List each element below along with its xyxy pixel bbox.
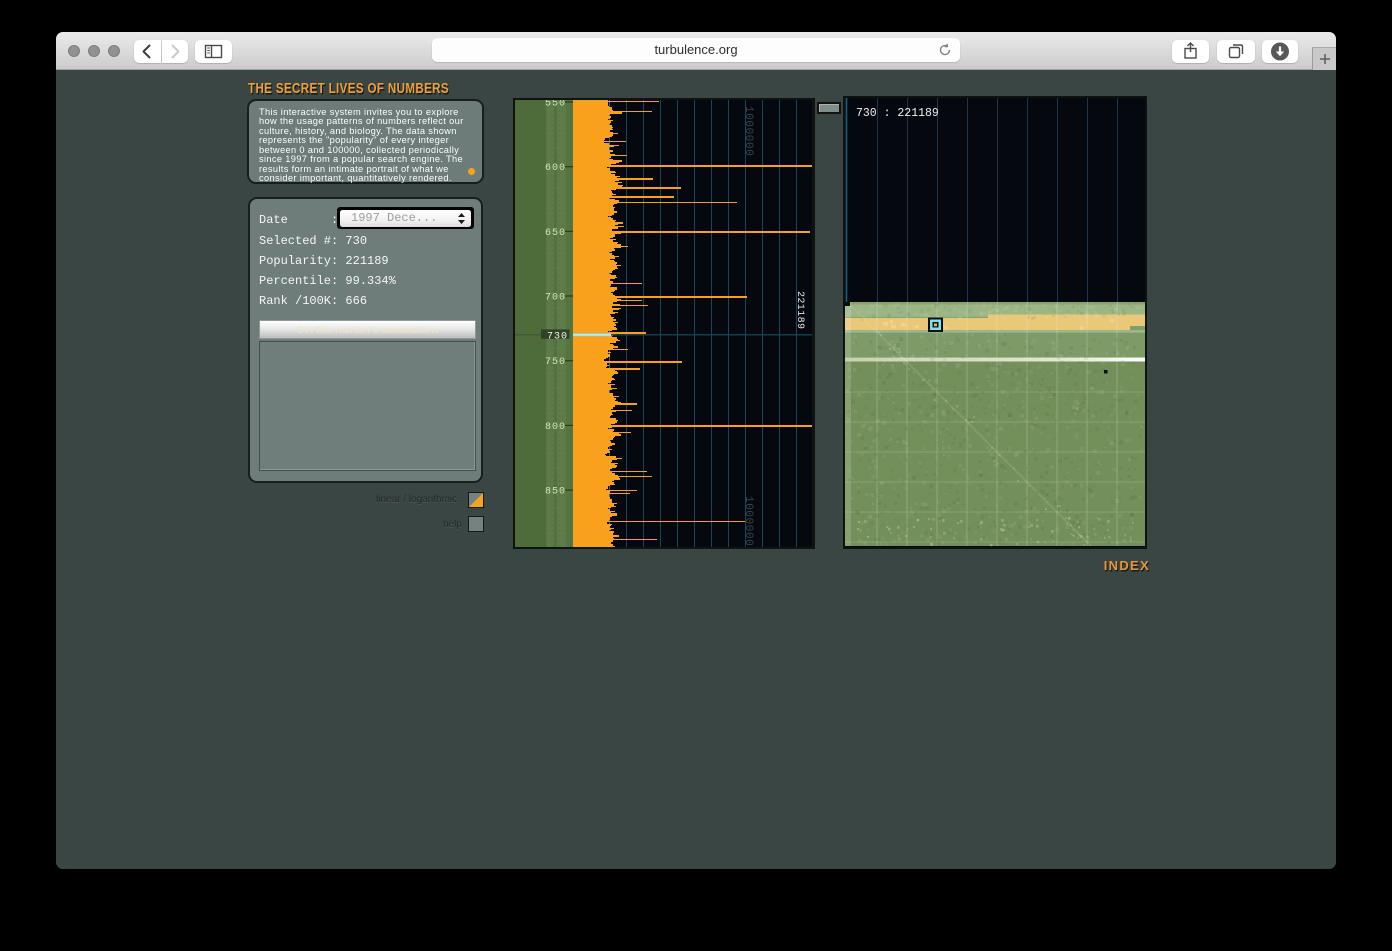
svg-text:650: 650: [545, 228, 566, 239]
svg-text:700: 700: [545, 293, 566, 304]
svg-text:1000000: 1000000: [742, 106, 754, 156]
svg-text:730 : 221189: 730 : 221189: [856, 107, 939, 120]
svg-text:1000000: 1000000: [742, 496, 754, 546]
svg-text:550: 550: [545, 99, 566, 110]
svg-text:221189: 221189: [794, 291, 805, 329]
svg-text:730: 730: [547, 331, 568, 342]
svg-text:800: 800: [545, 422, 566, 433]
svg-text:850: 850: [545, 487, 566, 498]
svg-text:600: 600: [545, 163, 566, 174]
svg-text:750: 750: [545, 357, 566, 368]
